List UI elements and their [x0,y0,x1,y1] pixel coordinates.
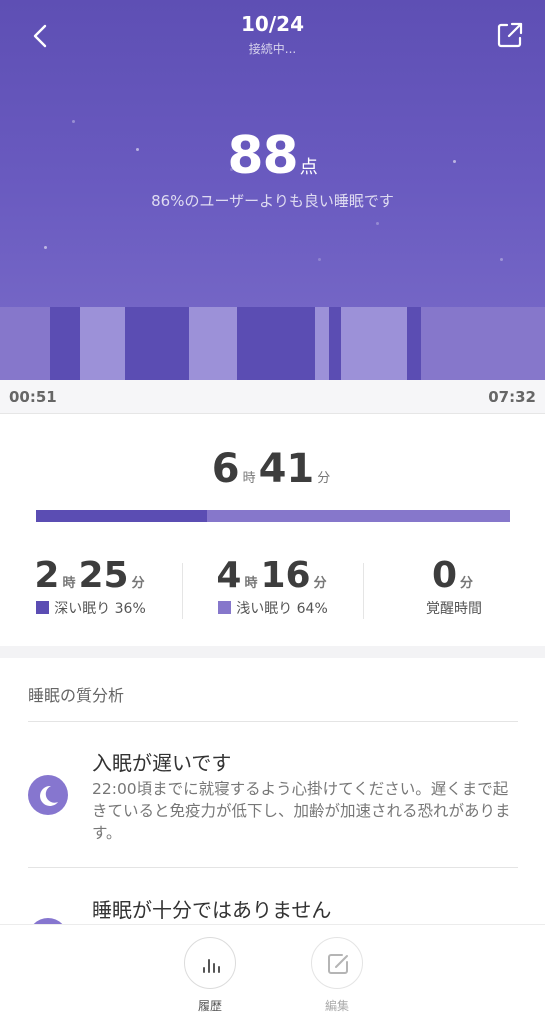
deep-sleep-stat: 2 時25 分 深い眠り 36% [0,555,182,618]
star-decoration [72,120,75,123]
deep-sleep-segment [237,307,315,380]
awake-minutes: 0 [431,555,458,596]
sleep-end-time: 07:32 [488,388,536,406]
sleep-score-header: 10/24 接続中... 88 点 86%のユーザーよりも良い睡眠です [0,0,545,380]
advice-title: 入眠が遅いです [92,751,232,775]
light-sleep-segment [189,307,237,380]
deep-label: 深い眠り 36% [54,601,146,617]
edit-button[interactable] [311,937,363,989]
light-sleep-segment [80,307,125,380]
total-sleep-duration: 6 時41 分 [0,446,545,492]
light-minutes: 16 [260,555,311,596]
score-comparison: 86%のユーザーよりも良い睡眠です [151,192,394,210]
light-hours-unit: 時 [244,576,258,591]
edit-label: 編集 [324,999,349,1013]
awake-label: 覚醒時間 [426,601,482,617]
star-decoration [318,258,321,261]
advice-card[interactable]: 睡眠が十分ではありません [28,892,518,924]
total-hours-unit: 時 [242,471,256,486]
awake-minutes-unit: 分 [460,576,474,591]
share-icon [497,22,523,48]
total-minutes: 41 [258,446,315,492]
edit-icon [328,954,348,974]
analysis-section-title: 睡眠の質分析 [28,686,125,705]
sleep-breakdown: 2 時25 分 深い眠り 36% 4 時16 分 浅い眠り 64% 0分 覚醒時間 [0,555,545,630]
total-minutes-unit: 分 [317,471,331,486]
advice-card[interactable]: 入眠が遅いです 22:00頃までに就寝するよう心掛けてください。遅くまで起きてい… [28,745,518,855]
bottom-navigation: 履歴 編集 [0,924,545,1024]
sleep-ratio-bar [36,510,510,522]
divider [28,867,518,868]
date-title: 10/24 [241,12,304,36]
advice-title: 睡眠が十分ではありません [92,898,332,922]
deep-hours-unit: 時 [62,576,76,591]
share-button[interactable] [493,18,527,52]
deep-legend-swatch [36,601,50,614]
deep-sleep-segment [50,307,80,380]
score-unit: 点 [299,157,318,178]
light-hours: 4 [216,555,242,596]
light-sleep-stat: 4 時16 分 浅い眠り 64% [182,555,364,618]
history-button[interactable] [184,937,236,989]
star-decoration [376,222,379,225]
total-hours: 6 [211,446,240,492]
deep-hours: 2 [34,555,60,596]
light-sleep-segment [341,307,407,380]
sleep-stage-timeline[interactable] [0,307,545,380]
light-sleep-segment [315,307,329,380]
timeline-range: 00:51 07:32 [0,380,545,414]
star-decoration [44,246,47,249]
connection-status: 接続中... [248,42,297,56]
light-minutes-unit: 分 [313,576,327,591]
moon-icon [28,775,68,815]
score-value: 88 [227,126,298,186]
divider [28,721,518,722]
awake-stat: 0分 覚醒時間 [363,555,545,618]
light-label: 浅い眠り 64% [236,601,328,617]
advice-body: 22:00頃までに就寝するよう心掛けてください。遅くまで起きていると免疫力が低下… [92,780,511,842]
deep-sleep-segment [125,307,189,380]
deep-minutes-unit: 分 [131,576,145,591]
sleep-score: 88 点 [0,126,545,186]
history-label: 履歴 [197,999,222,1013]
deep-minutes: 25 [78,555,129,596]
sleep-start-time: 00:51 [9,388,57,406]
deep-sleep-ratio-fill [36,510,207,522]
deep-sleep-segment [407,307,421,380]
bar-chart-icon [203,959,220,973]
deep-sleep-segment [329,307,341,380]
star-decoration [500,258,503,261]
light-legend-swatch [218,601,232,614]
section-gap [0,646,545,658]
